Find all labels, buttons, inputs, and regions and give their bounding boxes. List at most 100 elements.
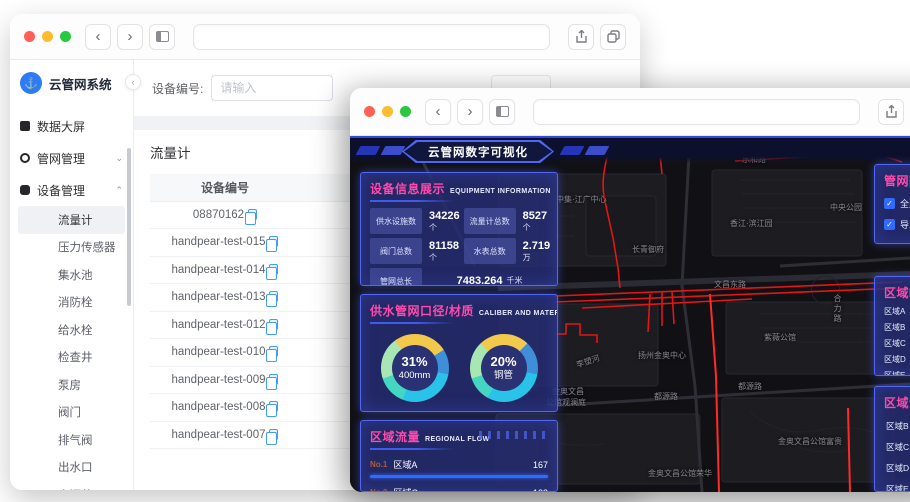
data-screen-icon xyxy=(20,121,30,131)
sidebar-item-fire-hydrant[interactable]: 消防栓 xyxy=(18,289,125,317)
minimize-window-button[interactable] xyxy=(42,31,53,42)
import-layer-row[interactable]: ✓ 导入 xyxy=(884,218,910,231)
map-poi-label: 金奥文昌公馆荣华 xyxy=(648,469,712,478)
sidebar-item-water-source-well[interactable]: 水源井 xyxy=(18,481,125,491)
stat-value: 7483.264 千米 xyxy=(456,274,523,286)
maximize-window-button[interactable] xyxy=(60,31,71,42)
device-management-icon xyxy=(20,185,30,195)
panel-title: 供水管网口径/材质 xyxy=(370,304,474,318)
map-poi-label: 中央公园 xyxy=(830,203,862,212)
header-decoration xyxy=(559,146,610,155)
panel-title: 管网图层 xyxy=(884,174,910,188)
region-peak-panel: 区域峰值 区域A 区域B 区域C 区域D 区域E 0 xyxy=(874,276,910,376)
stat-value: 2.719 万 xyxy=(522,240,551,262)
maximize-window-button[interactable] xyxy=(400,106,411,117)
sidebar-item-data-screen[interactable]: 数据大屏 xyxy=(10,110,133,142)
traffic-lights[interactable] xyxy=(24,31,71,42)
share-button[interactable] xyxy=(568,23,594,50)
copy-tabs-button[interactable] xyxy=(600,23,626,50)
browser-toolbar: ‹ › xyxy=(10,14,640,60)
sidebar-item-catch-basin[interactable]: 集水池 xyxy=(18,261,125,289)
caliber-donut-chart[interactable]: 31% 400mm xyxy=(380,334,449,402)
sidebar-toggle-button[interactable] xyxy=(149,23,175,50)
sidebar-toggle-button[interactable] xyxy=(489,98,515,125)
legend-item[interactable]: 区域C xyxy=(884,338,910,349)
panel-subtitle: EQUIPMENT INFORMATION xyxy=(450,188,551,195)
region-list-item[interactable]: 区域D xyxy=(884,462,910,474)
front-browser-window: ‹ › 中集·江广中心 中央公园 香江·滨江园 长青御府 文昌东路 紫薇公馆 扬… xyxy=(350,88,910,492)
map-poi-label: 长青御府 xyxy=(632,245,664,254)
panel-icon xyxy=(495,106,509,117)
copy-icon[interactable] xyxy=(266,428,279,445)
dashboard-title-badge: 云管网数字可视化 xyxy=(402,140,554,163)
sidebar-item-pipe-network[interactable]: 管网管理 ⌄ xyxy=(10,142,133,174)
browser-toolbar: ‹ › xyxy=(350,88,910,136)
gis-dashboard: 乐和路 中集·江广中心 中央公园 香江·滨江园 长青御府 文昌东路 紫薇公馆 扬… xyxy=(350,136,910,492)
pipe-network-icon xyxy=(20,153,30,163)
stat-label: 阀门总数 xyxy=(370,238,422,264)
forward-button[interactable]: › xyxy=(457,98,483,125)
copy-icon[interactable] xyxy=(245,208,258,225)
sidebar-scrollbar[interactable] xyxy=(127,148,131,306)
map-poi-label: 香江·滨江园 xyxy=(730,219,773,228)
legend-item[interactable]: 区域D xyxy=(884,354,910,365)
stat-label: 管网总长 xyxy=(370,268,422,285)
map-street-label: 合力路 xyxy=(833,294,842,324)
legend-item[interactable]: 区域B xyxy=(884,322,910,333)
sidebar-collapse-button[interactable]: ‹ xyxy=(125,74,141,90)
minimize-window-button[interactable] xyxy=(382,106,393,117)
panel-subtitle: CALIBER AND MATERIAL xyxy=(478,310,557,317)
back-button[interactable]: ‹ xyxy=(425,98,451,125)
share-icon xyxy=(885,104,897,118)
back-button[interactable]: ‹ xyxy=(85,23,111,50)
map-poi-label: 金奥文昌公馆富贵 xyxy=(778,437,842,446)
caliber-material-panel: 供水管网口径/材质CALIBER AND MATERIAL 31% 400mm … xyxy=(360,294,558,412)
traffic-lights[interactable] xyxy=(364,106,411,117)
copy-icon[interactable] xyxy=(266,401,279,418)
dashboard-header: 云管网数字可视化 xyxy=(350,136,910,163)
region-list-item[interactable]: 区域C xyxy=(884,441,910,453)
region-flow-list-panel: 区域流量 区域B 区域C 区域D 区域E xyxy=(874,386,910,492)
select-all-row[interactable]: ✓ 全选 xyxy=(884,197,910,210)
flow-rank-row: No.2 区域C 123 xyxy=(370,486,548,492)
panel-icon xyxy=(155,31,169,42)
address-bar[interactable] xyxy=(533,98,860,125)
stat-value: 8527 个 xyxy=(522,210,548,232)
sidebar-item-flow-meter[interactable]: 流量计 xyxy=(18,206,125,234)
copy-icon[interactable] xyxy=(266,318,279,335)
copy-windows-icon xyxy=(606,30,620,43)
map-poi-label: 紫薇公馆 xyxy=(764,333,796,342)
device-id-filter-input[interactable] xyxy=(211,75,334,101)
legend-item[interactable]: 区域E xyxy=(884,370,910,375)
map-street-label: 都源路 xyxy=(654,392,678,401)
legend-item[interactable]: 区域A xyxy=(884,306,910,317)
address-bar[interactable] xyxy=(193,23,550,50)
region-list-item[interactable]: 区域B xyxy=(884,420,910,432)
checkbox-checked-icon[interactable]: ✓ xyxy=(884,219,895,230)
sidebar-item-inspection-well[interactable]: 检查井 xyxy=(18,344,125,372)
checkbox-checked-icon[interactable]: ✓ xyxy=(884,198,895,209)
sidebar-item-outlet[interactable]: 出水口 xyxy=(18,454,125,482)
sidebar-item-water-hydrant[interactable]: 给水栓 xyxy=(18,316,125,344)
region-list-item[interactable]: 区域E xyxy=(884,483,910,491)
material-donut-chart[interactable]: 20% 铜管 xyxy=(469,334,538,402)
sidebar-item-valve[interactable]: 阀门 xyxy=(18,399,125,427)
sidebar-item-device-management[interactable]: 设备管理 ⌃ xyxy=(10,174,133,206)
app-logo-icon: ⚓ xyxy=(20,72,42,94)
sidebar-item-pump-house[interactable]: 泵房 xyxy=(18,371,125,399)
copy-icon[interactable] xyxy=(266,346,279,363)
panel-title: 区域流量 xyxy=(370,430,421,444)
forward-button[interactable]: › xyxy=(117,23,143,50)
close-window-button[interactable] xyxy=(24,31,35,42)
pipe-layers-panel: 管网图层 ✓ 全选 ✓ 导入 xyxy=(874,164,910,244)
sidebar-item-pressure-sensor[interactable]: 压力传感器 xyxy=(18,234,125,262)
device-id-filter-label: 设备编号: xyxy=(152,81,204,96)
stat-value: 34226 个 xyxy=(429,210,460,232)
copy-icon[interactable] xyxy=(266,236,279,253)
copy-icon[interactable] xyxy=(266,291,279,308)
close-window-button[interactable] xyxy=(364,106,375,117)
copy-icon[interactable] xyxy=(266,263,279,280)
copy-icon[interactable] xyxy=(266,373,279,390)
sidebar-item-air-valve[interactable]: 排气阀 xyxy=(18,426,125,454)
share-button[interactable] xyxy=(878,98,904,125)
